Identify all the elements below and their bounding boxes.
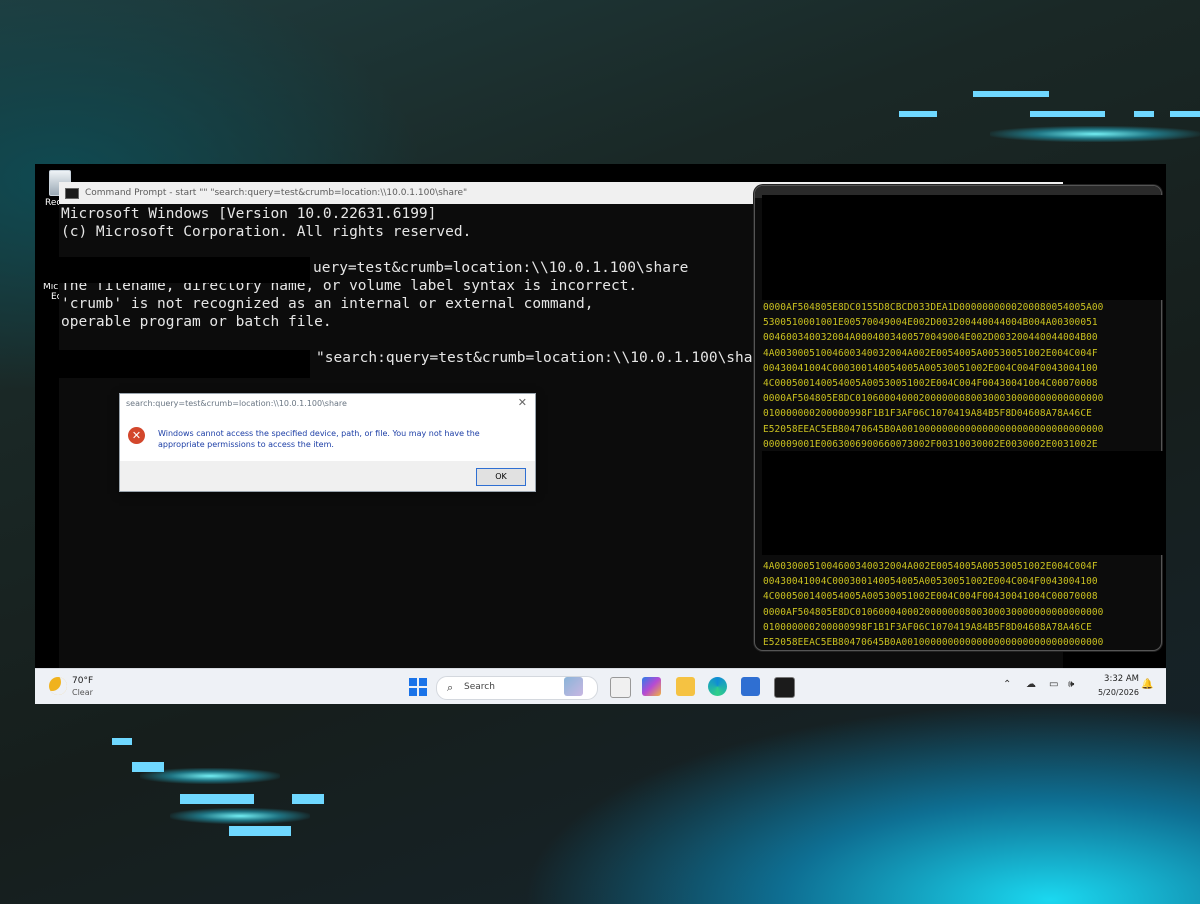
folder-icon[interactable] [676,677,695,696]
ok-button[interactable]: OK [476,468,526,486]
cloud-offline-icon[interactable]: ☁ [1026,679,1036,690]
cmd-window-title: Command Prompt - start "" "search:query=… [85,188,468,198]
redaction-box [762,195,1166,300]
error-icon: ✕ [128,427,145,444]
redaction-box [35,350,310,378]
cmd-line: operable program or batch file. [61,314,332,330]
terminal-icon [65,187,79,199]
volume-icon[interactable]: 🕪 [1068,679,1074,690]
hex-line: 010000000200000998F1B1F3AF06C1070419A84B… [763,621,1092,633]
hex-line: 0000AF504805E8DC0155D8CBCD033DEA1D000000… [763,302,1104,313]
hex-line: 5300510001001E00570049004E002D0032004400… [763,317,1098,329]
hex-line: E52058EEAC5EB80470645B0A0010000000000000… [763,423,1104,435]
moon-icon[interactable] [49,677,67,695]
widgets-art-icon[interactable] [564,677,583,696]
copilot-icon[interactable] [642,677,661,696]
cmd-line: 'crumb' is not recognized as an internal… [61,296,594,312]
cmd-line: "search:query=test&crumb=location:\\10.0… [316,350,779,366]
hex-line: 00430041004C000300140054005A00530051002E… [763,576,1098,588]
clock-date[interactable]: 5/20/2026 [1089,688,1139,697]
close-icon[interactable]: ✕ [518,396,527,409]
cmd-line: (c) Microsoft Corporation. All rights re… [61,224,472,240]
windows-start-icon[interactable] [409,678,427,696]
hex-line: E52058EEAC5EB80470645B0A0010000000000000… [763,637,1104,648]
hex-line: 010000000200000998F1B1F3AF06C1070419A84B… [763,408,1092,420]
hex-line: 4C000500140054005A00530051002E004C004F00… [763,591,1098,603]
edge-browser-icon[interactable] [708,677,727,696]
error-dialog[interactable]: search:query=test&crumb=location:\\10.0.… [119,393,536,492]
desktop-screen: Recy Micr Ec Command Prompt - start "" "… [35,164,1166,704]
dialog-title: search:query=test&crumb=location:\\10.0.… [126,399,347,408]
notification-icon[interactable]: 🔔 [1141,679,1153,690]
hex-line: 000009001E0063006900660073002F0031003000… [763,438,1098,450]
store-icon[interactable] [741,677,760,696]
dialog-footer: OK [120,461,535,491]
clock-time[interactable]: 3:32 AM [1099,674,1139,684]
cmd-line: Microsoft Windows [Version 10.0.22631.61… [61,206,437,222]
weather-temperature[interactable]: 70°F [72,676,93,686]
cmd-line: uery=test&crumb=location:\\10.0.1.100\sh… [313,260,689,276]
chevron-up-icon[interactable]: ⌃ [1003,679,1011,690]
network-icon[interactable]: ▭ [1049,679,1058,690]
hex-line: 4A00300051004600340032004A002E0054005A00… [763,561,1098,572]
redaction-box [35,257,310,283]
task-view-icon[interactable] [610,677,631,698]
hex-line: 0000AF504805E8DC010600040002000000080030… [763,606,1104,618]
hex-line: 00430041004C000300140054005A00530051002E… [763,362,1098,374]
hex-line: 4C000500140054005A00530051002E004C004F00… [763,378,1098,389]
hex-line: 0000AF504805E8DC010600040002000000080030… [763,393,1104,405]
redaction-box [762,451,1166,555]
dialog-message: Windows cannot access the specified devi… [158,429,480,449]
taskbar: 70°F Clear ⌕ Search ⌃ ☁ ▭ 🕪 3:32 AM 5/20… [35,668,1166,704]
search-icon: ⌕ [447,681,454,694]
hex-line: 004600340032004A0004003400570049004E002D… [763,332,1098,344]
terminal-icon[interactable] [774,677,795,698]
search-label: Search [464,682,495,692]
weather-condition[interactable]: Clear [72,688,93,697]
hex-line: 4A00300051004600340032004A002E0054005A00… [763,347,1098,359]
